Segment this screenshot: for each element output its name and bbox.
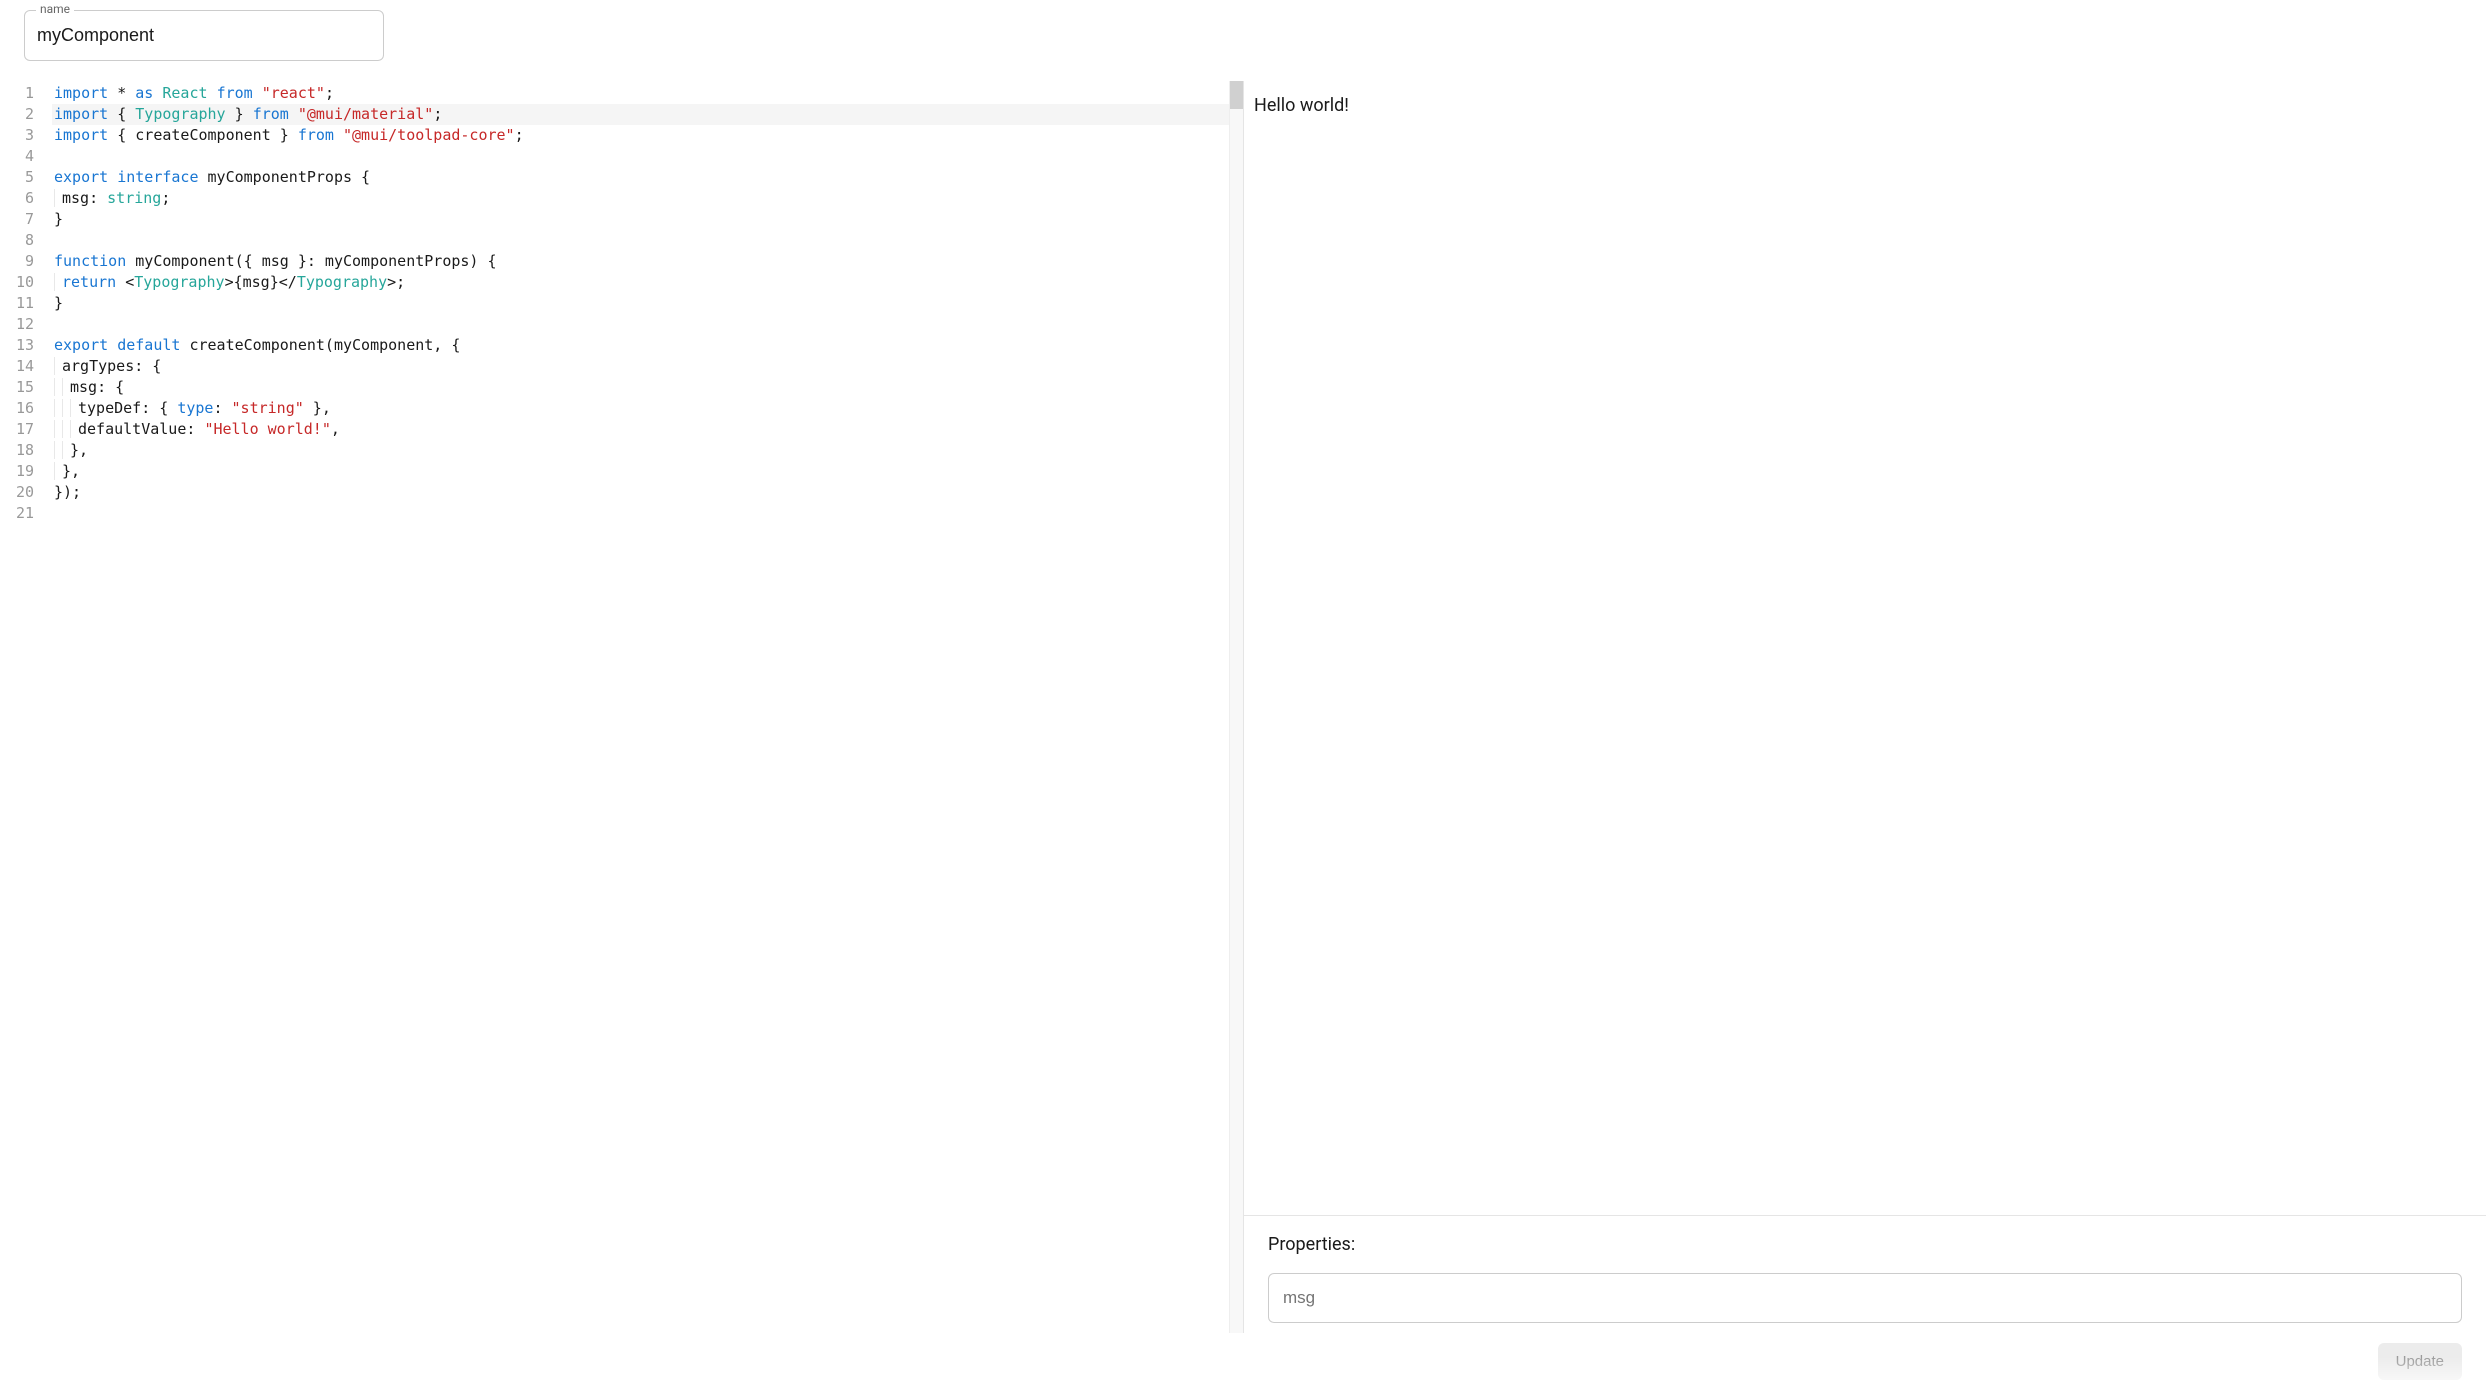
line-number: 14	[0, 356, 34, 377]
line-number: 16	[0, 398, 34, 419]
line-number: 19	[0, 461, 34, 482]
property-input-msg[interactable]	[1268, 1273, 2462, 1323]
line-number: 7	[0, 209, 34, 230]
code-line[interactable]	[52, 230, 1229, 251]
line-number: 17	[0, 419, 34, 440]
editor-minimap[interactable]	[1229, 81, 1243, 1333]
update-button[interactable]: Update	[2378, 1343, 2462, 1380]
code-line[interactable]: import { createComponent } from "@mui/to…	[52, 125, 1229, 146]
preview-output-text: Hello world!	[1254, 95, 2476, 116]
app-root: name 123456789101112131415161718192021 i…	[0, 0, 2486, 1396]
line-number: 3	[0, 125, 34, 146]
name-field-wrapper: name	[24, 10, 384, 61]
line-number: 1	[0, 83, 34, 104]
top-bar: name	[0, 0, 2486, 61]
editor-gutter: 123456789101112131415161718192021	[0, 81, 52, 1333]
preview-pane: Hello world! Properties:	[1243, 81, 2486, 1333]
preview-canvas: Hello world!	[1244, 81, 2486, 1215]
line-number: 6	[0, 188, 34, 209]
code-line[interactable]	[52, 314, 1229, 335]
line-number: 4	[0, 146, 34, 167]
code-line[interactable]: }	[52, 209, 1229, 230]
name-input[interactable]	[24, 10, 384, 61]
line-number: 20	[0, 482, 34, 503]
line-number: 21	[0, 503, 34, 524]
code-line[interactable]: export interface myComponentProps {	[52, 167, 1229, 188]
code-line[interactable]: export default createComponent(myCompone…	[52, 335, 1229, 356]
code-line[interactable]: },	[52, 440, 1229, 461]
code-line[interactable]: import { Typography } from "@mui/materia…	[52, 104, 1229, 125]
code-line[interactable]: });	[52, 482, 1229, 503]
line-number: 10	[0, 272, 34, 293]
line-number: 9	[0, 251, 34, 272]
code-line[interactable]	[52, 146, 1229, 167]
line-number: 8	[0, 230, 34, 251]
line-number: 2	[0, 104, 34, 125]
code-line[interactable]: defaultValue: "Hello world!",	[52, 419, 1229, 440]
code-line[interactable]: },	[52, 461, 1229, 482]
code-line[interactable]: msg: string;	[52, 188, 1229, 209]
minimap-thumb[interactable]	[1230, 81, 1243, 109]
main-area: 123456789101112131415161718192021 import…	[0, 61, 2486, 1333]
properties-title: Properties:	[1268, 1234, 2462, 1255]
line-number: 5	[0, 167, 34, 188]
code-line[interactable]: typeDef: { type: "string" },	[52, 398, 1229, 419]
properties-panel: Properties:	[1244, 1215, 2486, 1333]
code-line[interactable]: argTypes: {	[52, 356, 1229, 377]
bottom-bar: Update	[0, 1333, 2486, 1396]
line-number: 11	[0, 293, 34, 314]
code-line[interactable]: msg: {	[52, 377, 1229, 398]
line-number: 15	[0, 377, 34, 398]
code-line[interactable]: function myComponent({ msg }: myComponen…	[52, 251, 1229, 272]
editor-code-area[interactable]: import * as React from "react";import { …	[52, 81, 1229, 1333]
code-line[interactable]	[52, 503, 1229, 524]
line-number: 12	[0, 314, 34, 335]
code-editor[interactable]: 123456789101112131415161718192021 import…	[0, 81, 1243, 1333]
code-line[interactable]: return <Typography>{msg}</Typography>;	[52, 272, 1229, 293]
code-line[interactable]: }	[52, 293, 1229, 314]
name-field-label: name	[36, 2, 74, 16]
code-line[interactable]: import * as React from "react";	[52, 83, 1229, 104]
line-number: 13	[0, 335, 34, 356]
line-number: 18	[0, 440, 34, 461]
